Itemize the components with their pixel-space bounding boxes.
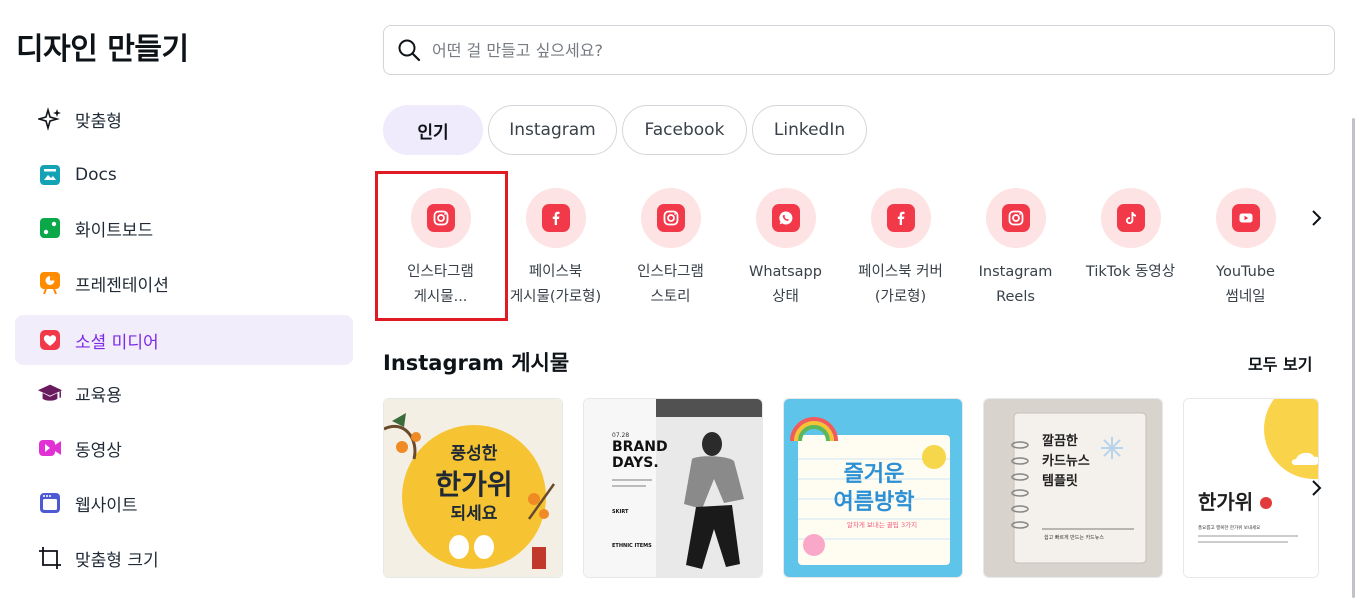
sidebar-item-label: 웹사이트	[75, 495, 138, 516]
template-text: 되세요	[451, 504, 498, 524]
sidebar-item-website[interactable]: 웹사이트	[15, 478, 353, 528]
category-youtube-thumbnail[interactable]: YouTube 썸네일	[1188, 180, 1303, 310]
category-label: 페이스북 게시물(가로형)	[509, 264, 602, 305]
category-label: 인스타그램 게시물...	[407, 264, 474, 305]
whiteboard-icon	[37, 215, 63, 241]
category-label: Instagram Reels	[978, 264, 1053, 305]
whatsapp-icon	[771, 204, 800, 232]
sidebar-item-docs[interactable]: Docs	[15, 150, 353, 200]
template-text: 여름방학	[834, 490, 915, 515]
chevron-right-icon	[1312, 210, 1322, 226]
sparkle-icon	[37, 106, 63, 132]
sidebar-item-label: 화이트보드	[75, 220, 154, 241]
template-card[interactable]: 07.28 BRAND DAYS. SKIRT ETHNIC ITEMS	[583, 398, 763, 578]
tab-popular[interactable]: 인기	[383, 105, 483, 155]
category-facebook-cover[interactable]: 페이스북 커버 (가로형)	[843, 180, 958, 310]
sidebar-item-video[interactable]: 동영상	[15, 423, 353, 473]
resize-icon	[37, 545, 63, 571]
sidebar-item-label: Docs	[75, 165, 117, 185]
sidebar-item-label: 동영상	[75, 440, 122, 461]
see-all-link[interactable]: 모두 보기	[1248, 351, 1312, 375]
template-card[interactable]: 한가위 풍요롭고 행복한 한가위 보내세요	[1183, 398, 1319, 578]
template-text: 알차게 보내는 꿀팁 3가지	[847, 520, 917, 529]
website-icon	[37, 490, 63, 516]
sidebar-item-presentation[interactable]: 프레젠테이션	[15, 258, 353, 308]
template-text: DAYS.	[612, 455, 659, 471]
sidebar-item-label: 소셜 미디어	[75, 332, 159, 353]
sidebar-item-label: 맞춤형 크기	[75, 550, 159, 571]
sidebar-item-education[interactable]: 교육용	[15, 368, 353, 418]
category-label: TikTok 동영상	[1085, 264, 1176, 280]
template-card[interactable]: 즐거운 여름방학 알차게 보내는 꿀팁 3가지	[783, 398, 963, 578]
sidebar-item-label: 맞춤형	[75, 111, 122, 132]
graduation-cap-icon	[37, 380, 63, 406]
facebook-icon	[886, 204, 915, 232]
heart-icon	[37, 327, 63, 353]
tab-facebook[interactable]: Facebook	[622, 105, 747, 155]
instagram-icon	[426, 204, 455, 232]
search-input[interactable]	[432, 40, 1312, 60]
category-label: YouTube 썸네일	[1216, 264, 1275, 305]
template-text: 한가위	[1198, 490, 1253, 514]
category-instagram-story[interactable]: 인스타그램 스토리	[613, 180, 728, 310]
category-label: 인스타그램 스토리	[637, 264, 704, 305]
template-text: 한가위	[435, 468, 512, 501]
sidebar-item-custom[interactable]: 맞춤형	[15, 94, 353, 144]
sidebar-item-label: 교육용	[75, 385, 122, 406]
sidebar-title: 디자인 만들기	[16, 32, 189, 67]
category-instagram-post[interactable]: 인스타그램 게시물...	[383, 180, 498, 310]
search-bar[interactable]	[383, 25, 1335, 75]
instagram-icon	[656, 204, 685, 232]
category-label: Whatsapp 상태	[749, 264, 822, 305]
template-text: 쉽고 빠르게 만드는 카드뉴스	[1044, 534, 1104, 541]
video-icon	[37, 435, 63, 461]
sidebar-item-label: 프레젠테이션	[75, 275, 169, 296]
categories-next-button[interactable]	[1302, 204, 1330, 232]
template-card[interactable]: 풍성한 한가위 되세요	[383, 398, 563, 578]
sidebar-item-social-media[interactable]: 소셜 미디어	[15, 315, 353, 365]
tab-instagram[interactable]: Instagram	[488, 105, 617, 155]
docs-icon	[37, 162, 63, 188]
category-tiktok-video[interactable]: TikTok 동영상	[1073, 180, 1188, 285]
category-whatsapp-status[interactable]: Whatsapp 상태	[728, 180, 843, 310]
template-text: 풍성한	[451, 444, 498, 464]
facebook-icon	[541, 204, 570, 232]
section-title: Instagram 게시물	[383, 351, 570, 375]
instagram-icon	[1001, 204, 1030, 232]
template-text: 즐거운	[844, 462, 905, 487]
template-text: BRAND	[612, 439, 668, 455]
template-text: ETHNIC ITEMS	[612, 543, 652, 549]
category-label: 페이스북 커버 (가로형)	[858, 264, 943, 305]
template-text: 07.28	[612, 432, 629, 439]
template-text: 깔끔한	[1042, 433, 1078, 449]
youtube-icon	[1231, 204, 1260, 232]
tiktok-icon	[1116, 204, 1145, 232]
template-text: 템플릿	[1042, 474, 1078, 489]
tab-linkedin[interactable]: LinkedIn	[752, 105, 867, 155]
sidebar: 디자인 만들기 맞춤형 Docs 화이트보드 프레젠테이션 소셜 미디어 교육용…	[0, 0, 368, 602]
category-instagram-reels[interactable]: Instagram Reels	[958, 180, 1073, 310]
chevron-right-icon	[1312, 480, 1322, 496]
template-text: SKIRT	[612, 509, 629, 515]
category-facebook-post[interactable]: 페이스북 게시물(가로형)	[498, 180, 613, 310]
templates-next-button[interactable]	[1302, 474, 1330, 502]
template-text: 풍요롭고 행복한 한가위 보내세요	[1198, 524, 1260, 531]
sidebar-item-whiteboard[interactable]: 화이트보드	[15, 203, 353, 253]
presentation-icon	[37, 270, 63, 296]
sidebar-item-custom-size[interactable]: 맞춤형 크기	[15, 533, 353, 583]
template-card[interactable]: 깔끔한 카드뉴스 템플릿 쉽고 빠르게 만드는 카드뉴스	[983, 398, 1163, 578]
search-icon	[398, 39, 421, 62]
template-text: 카드뉴스	[1042, 454, 1090, 469]
